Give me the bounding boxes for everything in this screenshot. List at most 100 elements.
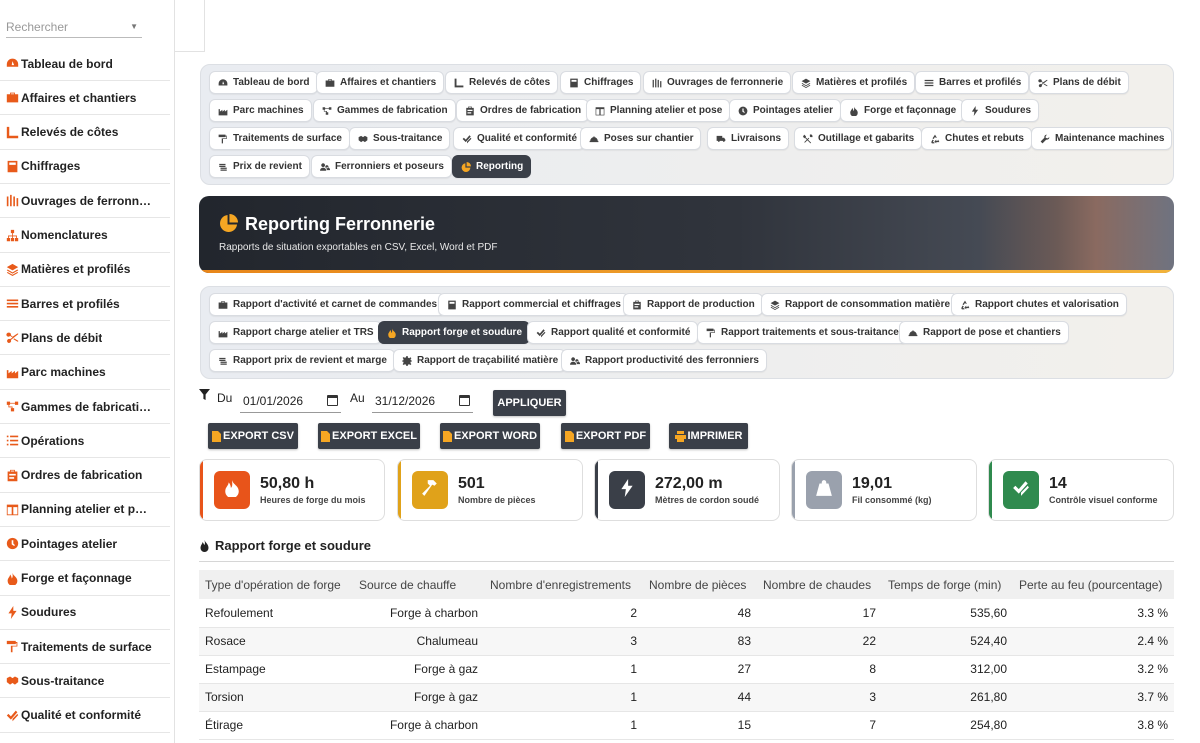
- column-header[interactable]: Source de chauffe: [353, 570, 484, 599]
- module-chip[interactable]: Forge et façonnage: [840, 99, 965, 122]
- report-chip[interactable]: Rapport de traçabilité matière: [393, 349, 567, 372]
- module-chip[interactable]: Matières et profilés: [792, 71, 916, 94]
- module-chip[interactable]: Plans de débit: [1029, 71, 1129, 94]
- report-chip[interactable]: Rapport de production: [623, 293, 763, 316]
- sidebar-item[interactable]: Tableau de bord: [0, 47, 170, 81]
- module-chip[interactable]: Maintenance machines: [1031, 127, 1173, 150]
- module-chip[interactable]: Sous-traitance: [349, 127, 451, 150]
- sidebar-item[interactable]: Gammes de fabricati…: [0, 390, 170, 424]
- export-excel-button[interactable]: EXPORT EXCEL: [318, 423, 420, 449]
- sidebar-item-label: Chiffrages: [21, 159, 81, 174]
- export-word-button[interactable]: EXPORT WORD: [440, 423, 540, 449]
- sidebar-item[interactable]: Relevés de côtes: [0, 116, 170, 150]
- report-chip[interactable]: Rapport productivité des ferronniers: [561, 349, 767, 372]
- apply-button[interactable]: APPLIQUER: [493, 390, 566, 416]
- report-chip[interactable]: Rapport chutes et valorisation: [951, 293, 1127, 316]
- report-chip[interactable]: Rapport charge atelier et TRS: [209, 321, 382, 344]
- module-chip[interactable]: Barres et profilés: [915, 71, 1030, 94]
- module-chip[interactable]: Traitements de surface: [209, 127, 350, 150]
- module-chip[interactable]: Chiffrages: [560, 71, 642, 94]
- sidebar-item[interactable]: Forge et façonnage: [0, 562, 170, 596]
- sidebar-item[interactable]: Barres et profilés: [0, 287, 170, 322]
- table-cell: 3: [484, 627, 643, 656]
- date-from-input[interactable]: 01/01/2026: [240, 389, 341, 413]
- module-chip[interactable]: Parc machines: [209, 99, 312, 122]
- report-chip[interactable]: Rapport traitements et sous-traitance: [697, 321, 907, 344]
- table-row[interactable]: Refoulement Forge à charbon 2 48 17 535,60 3.3…: [199, 599, 1174, 628]
- tools-icon: [802, 133, 813, 144]
- table-cell: 2.4 %: [1013, 627, 1174, 656]
- table-row[interactable]: Estampage Forge à gaz 1 27 8 312,00 3.2 %: [199, 655, 1174, 684]
- module-chip[interactable]: Chutes et rebuts: [921, 127, 1032, 150]
- report-chip[interactable]: Rapport d'activité et carnet de commande…: [209, 293, 446, 316]
- module-chip[interactable]: Outillage et gabarits: [794, 127, 923, 150]
- sidebar-item[interactable]: Ordres de fabrication: [0, 459, 170, 493]
- sidebar-item[interactable]: Chiffrages: [0, 150, 170, 184]
- scissors-icon: [1037, 77, 1048, 88]
- date-to-input[interactable]: 31/12/2026: [372, 389, 473, 413]
- sidebar-item[interactable]: Ouvrages de ferronn…: [0, 184, 170, 219]
- module-chip[interactable]: Ouvrages de ferronnerie: [643, 71, 792, 94]
- sidebar-item[interactable]: Parc machines: [0, 356, 170, 390]
- module-chip[interactable]: Relevés de côtes: [445, 71, 559, 94]
- export-csv-button[interactable]: EXPORT CSV: [208, 423, 298, 449]
- column-header[interactable]: Nombre de pièces: [643, 570, 757, 599]
- module-chip[interactable]: Affaires et chantiers: [316, 71, 445, 94]
- kpi-icon-box: [609, 471, 645, 509]
- module-chip-label: Plans de débit: [1053, 77, 1121, 88]
- module-chip[interactable]: Ferronniers et poseurs: [311, 155, 452, 178]
- report-chip[interactable]: Rapport commercial et chiffrages: [438, 293, 629, 316]
- module-chip[interactable]: Poses sur chantier: [580, 127, 702, 150]
- table-row[interactable]: Torsion Forge à gaz 1 44 3 261,80 3.7 %: [199, 683, 1174, 712]
- sidebar-item[interactable]: Soudures: [0, 596, 170, 630]
- module-chip[interactable]: Planning atelier et pose: [586, 99, 731, 122]
- sidebar-item[interactable]: Opérations: [0, 424, 170, 459]
- kpi-accent-bar: [398, 460, 401, 520]
- search-select[interactable]: Rechercher ▼: [6, 18, 142, 38]
- report-chip[interactable]: Rapport qualité et conformité: [527, 321, 699, 344]
- sidebar-item[interactable]: Matières et profilés: [0, 253, 170, 287]
- module-chip[interactable]: Qualité et conformité: [453, 127, 586, 150]
- module-chip[interactable]: Prix de revient: [209, 155, 310, 178]
- module-chip[interactable]: Tableau de bord: [209, 71, 318, 94]
- sidebar-item[interactable]: Pointages atelier: [0, 527, 170, 562]
- calendar-icon[interactable]: [459, 395, 470, 406]
- module-chip[interactable]: Livraisons: [707, 127, 790, 150]
- column-header[interactable]: Perte au feu (pourcentage): [1013, 570, 1174, 599]
- module-chip[interactable]: Ordres de fabrication: [456, 99, 590, 122]
- module-chip[interactable]: Soudures: [961, 99, 1040, 122]
- column-header[interactable]: Type d'opération de forge: [199, 570, 353, 599]
- module-chip[interactable]: Pointages atelier: [729, 99, 842, 122]
- chevron-down-icon: ▼: [130, 22, 138, 31]
- report-chip[interactable]: Rapport de pose et chantiers: [899, 321, 1069, 344]
- table-row[interactable]: Étirage Forge à charbon 1 15 7 254,80 3.8 %: [199, 711, 1174, 740]
- sidebar-item-label: Tableau de bord: [21, 56, 113, 71]
- calendar-icon[interactable]: [327, 395, 338, 406]
- module-chip[interactable]: Reporting: [452, 155, 532, 178]
- print-button[interactable]: IMPRIMER: [669, 423, 748, 449]
- sidebar-item[interactable]: Affaires et chantiers: [0, 81, 170, 116]
- column-header[interactable]: Temps de forge (min): [882, 570, 1013, 599]
- list-icon: [5, 434, 19, 448]
- clipboard-icon: [5, 468, 19, 482]
- column-header[interactable]: Nombre d'enregistrements: [484, 570, 643, 599]
- sidebar-item[interactable]: Qualité et conformité: [0, 699, 170, 733]
- kpi-card: 272,00 m Mètres de cordon soudé: [594, 459, 780, 521]
- sidebar-item[interactable]: Plans de débit: [0, 321, 170, 356]
- sidebar-item[interactable]: Nomenclatures: [0, 219, 170, 253]
- sidebar-item[interactable]: Sous-traitance: [0, 664, 170, 699]
- report-chip[interactable]: Rapport forge et soudure: [378, 321, 531, 344]
- export-pdf-button[interactable]: EXPORT PDF: [561, 423, 650, 449]
- column-header[interactable]: Nombre de chaudes: [757, 570, 882, 599]
- report-chip[interactable]: Rapport de consommation matière: [761, 293, 959, 316]
- table-cell: 1: [484, 683, 643, 712]
- table-row[interactable]: Rosace Chalumeau 3 83 22 524,40 2.4 %: [199, 627, 1174, 656]
- sidebar-item-label: Relevés de côtes: [21, 125, 119, 140]
- module-chip[interactable]: Gammes de fabrication: [313, 99, 456, 122]
- sidebar-item[interactable]: Planning atelier et p…: [0, 493, 170, 527]
- report-chip-label: Rapport charge atelier et TRS: [233, 327, 374, 338]
- report-chip[interactable]: Rapport prix de revient et marge: [209, 349, 395, 372]
- sidebar-item[interactable]: Traitements de surface: [0, 630, 170, 665]
- gate-icon: [5, 194, 19, 208]
- sidebar-item-label: Soudures: [21, 605, 77, 620]
